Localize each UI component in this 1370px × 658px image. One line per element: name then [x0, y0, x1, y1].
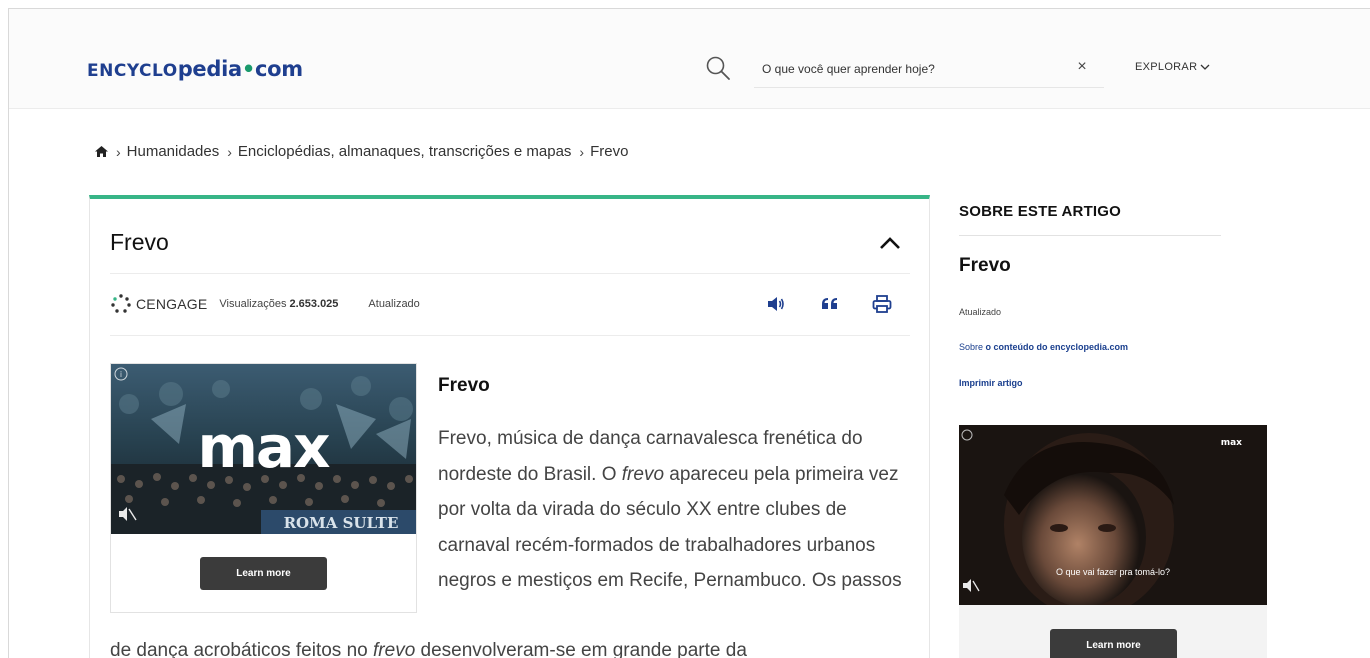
publisher-name: CENGAGE	[136, 296, 208, 312]
ad-brand-text: max	[198, 413, 331, 481]
quote-icon[interactable]	[820, 295, 840, 313]
breadcrumb-separator: ›	[579, 143, 585, 160]
about-prefix: Sobre	[959, 342, 986, 352]
divider	[110, 273, 910, 274]
logo-suffix: com	[255, 57, 303, 81]
article-meta: CENGAGE Visualizações 2.653.025 Atualiza…	[110, 293, 420, 315]
explore-menu-button[interactable]: EXPLORAR	[1135, 61, 1210, 73]
ad-image[interactable]: ROMA SULTE max i	[111, 364, 416, 534]
views-label: Visualizações	[219, 298, 287, 310]
updated-label: Atualizado	[368, 298, 420, 310]
ad-brand-small: max	[1221, 438, 1242, 448]
clear-search-button[interactable]: ×	[1074, 57, 1090, 77]
advertisement-left[interactable]: ROMA SULTE max i Learn more	[110, 363, 417, 613]
breadcrumb-separator: ›	[227, 143, 232, 160]
about-link-text[interactable]: o conteúdo do encyclopedia.com	[986, 342, 1129, 352]
search-icon[interactable]	[705, 55, 731, 81]
ad-info-icon[interactable]: i	[120, 370, 122, 379]
breadcrumb-separator: ›	[116, 143, 121, 160]
ad-video-frame: max O que vai fazer pra tomá-lo?	[959, 425, 1267, 605]
sidebar-title: SOBRE ESTE ARTIGO	[959, 203, 1122, 220]
divider	[110, 335, 910, 336]
chevron-down-icon	[1200, 64, 1210, 70]
learn-more-button[interactable]: Learn more	[1050, 629, 1177, 658]
views-count: 2.653.025	[289, 298, 339, 310]
cengage-logo-icon	[111, 294, 131, 313]
learn-more-button[interactable]: Learn more	[200, 557, 327, 590]
paragraph-text: de dança acrobáticos feitos no	[110, 640, 374, 658]
search-input[interactable]	[754, 57, 1064, 81]
stadium-crowd-image: ROMA SULTE max i	[111, 364, 416, 534]
logo-mid: pedia	[177, 57, 242, 81]
sidebar-article-name: Frevo	[959, 255, 1011, 276]
breadcrumb-item-enciclopedias[interactable]: Enciclopédias, almanaques, transcrições …	[238, 143, 572, 160]
paragraph-emphasis: frevo	[621, 463, 665, 485]
print-article-link[interactable]: Imprimir artigo	[959, 378, 1023, 388]
breadcrumb-item-humanidades[interactable]: Humanidades	[127, 143, 220, 160]
site-logo[interactable]: ENCYCLOpedia•com	[87, 57, 303, 81]
ad-banner-text: ROMA SULTE	[284, 514, 399, 532]
speaker-icon[interactable]	[766, 295, 786, 313]
article-title: Frevo	[110, 229, 169, 255]
sidebar-updated: Atualizado	[959, 307, 1002, 317]
logo-prefix: ENCYCLO	[87, 61, 178, 81]
chevron-up-icon[interactable]	[879, 235, 901, 251]
paragraph-text: desenvolveram-se em grande parte da	[415, 640, 747, 658]
explore-label: EXPLORAR	[1135, 61, 1198, 73]
about-content-link[interactable]: Sobre o conteúdo do encyclopedia.com	[959, 342, 1128, 352]
article-paragraph: Frevo, música de dança carnavalesca fren…	[438, 421, 908, 599]
home-icon[interactable]	[95, 146, 108, 157]
article-paragraph-continued: de dança acrobáticos feitos no frevo des…	[110, 633, 910, 658]
article-card: Frevo CENGAGE Visualizações 2.653.025 At…	[89, 195, 930, 658]
breadcrumb-item-frevo[interactable]: Frevo	[590, 143, 628, 160]
advertisement-sidebar[interactable]: max O que vai fazer pra tomá-lo?	[959, 425, 1267, 605]
print-icon[interactable]	[872, 295, 892, 313]
article-heading: Frevo	[438, 375, 490, 396]
site-header: ENCYCLOpedia•com × EXPLORAR	[9, 9, 1370, 109]
logo-dot: •	[241, 57, 255, 81]
sidebar-divider	[959, 235, 1221, 236]
search-underline	[754, 87, 1104, 88]
browser-viewport: ENCYCLOpedia•com × EXPLORAR › Humanidade…	[8, 8, 1370, 658]
paragraph-emphasis: frevo	[373, 640, 416, 658]
ad-caption: O que vai fazer pra tomá-lo?	[1056, 567, 1170, 577]
breadcrumb: › Humanidades › Enciclopédias, almanaque…	[95, 143, 628, 160]
